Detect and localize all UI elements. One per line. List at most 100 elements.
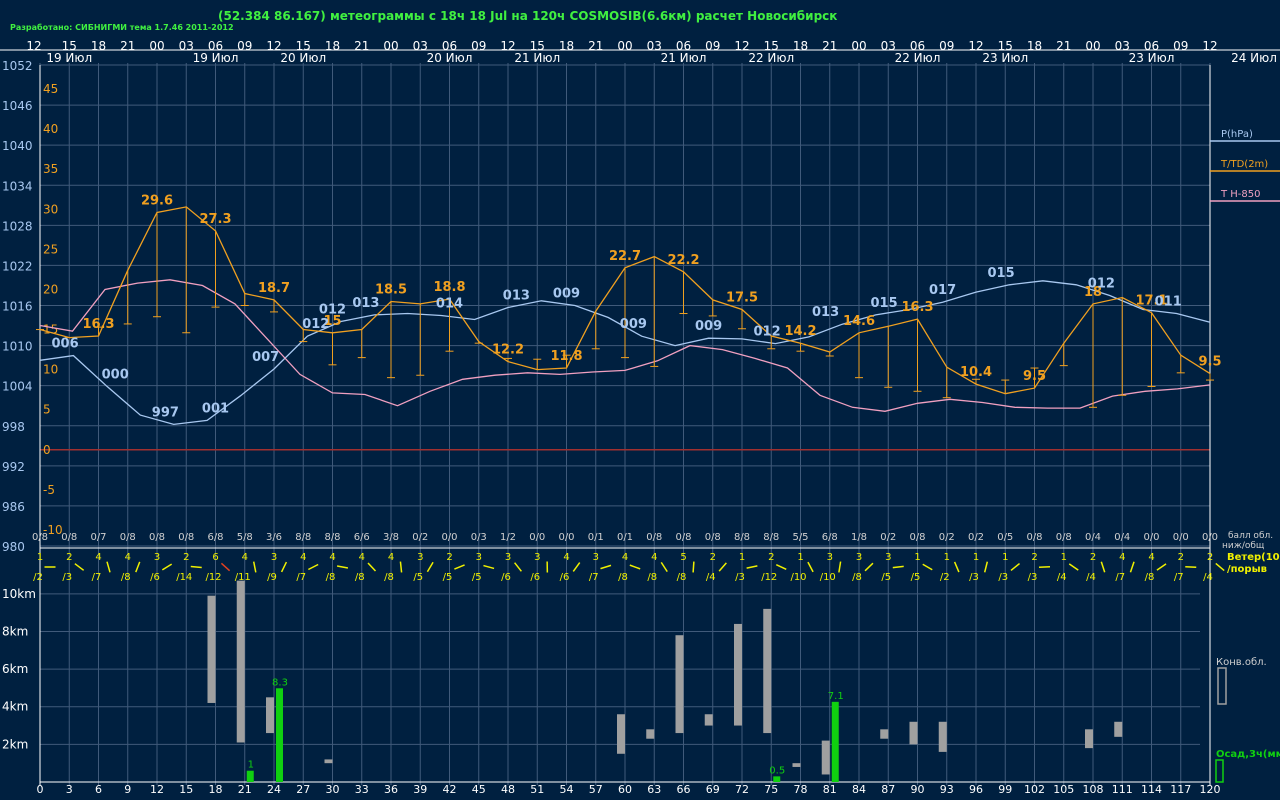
temperature-label: 12.2 — [492, 343, 524, 358]
wind-gust: /6 — [560, 572, 570, 583]
cloud-cover-value: 8/8 — [763, 532, 779, 543]
precip-label: 8.3 — [272, 677, 288, 688]
temperature-label: 17.5 — [726, 291, 758, 306]
wind-speed: 1 — [944, 552, 950, 563]
hour-axis-label: 108 — [1083, 783, 1104, 796]
wind-gust: /2 — [940, 572, 950, 583]
wind-speed: 4 — [622, 552, 628, 563]
temperature-tick-label: 20 — [43, 282, 58, 296]
day-label: 22 Июл — [895, 51, 941, 65]
temperature-label: 18.5 — [375, 282, 407, 297]
cloud-cover-value: 6/6 — [354, 532, 370, 543]
wind-gust: /5 — [443, 572, 453, 583]
hour-axis-label: 87 — [881, 783, 895, 796]
hour-axis-label: 18 — [209, 783, 223, 796]
convective-cloud-bar — [266, 697, 274, 734]
cloud-cover-value: 0/1 — [617, 532, 633, 543]
hour-axis-label: 111 — [1112, 783, 1133, 796]
hour-axis-label: 42 — [443, 783, 457, 796]
wind-gust: /3 — [969, 572, 979, 583]
wind-gust: /8 — [355, 572, 365, 583]
cloud-legend-label: балл обл. — [1228, 531, 1273, 541]
hour-tick-label: 00 — [1085, 39, 1100, 53]
hour-tick-label: 21 — [354, 39, 369, 53]
hour-axis-label: 12 — [150, 783, 164, 796]
pressure-tick-label: 1028 — [2, 219, 33, 233]
wind-speed: 4 — [300, 552, 306, 563]
wind-gust: /3 — [62, 572, 72, 583]
wind-speed: 4 — [359, 552, 365, 563]
cloud-cover-value: 0/8 — [120, 532, 136, 543]
wind-speed: 2 — [1090, 552, 1096, 563]
pressure-label: 015 — [988, 266, 1015, 281]
temperature-label: 18.8 — [433, 280, 465, 295]
wind-gust: /8 — [1145, 572, 1155, 583]
pressure-label: 009 — [553, 287, 580, 302]
temperature-label: 29.6 — [141, 194, 173, 209]
cloud-legend-label: ниж/общ — [1222, 541, 1265, 551]
cloud-cover-value: 0/8 — [1056, 532, 1072, 543]
wind-gust: /10 — [790, 572, 806, 583]
cloud-cover-value: 6/8 — [822, 532, 838, 543]
wind-speed: 1 — [37, 552, 43, 563]
wind-speed: 2 — [66, 552, 72, 563]
hour-axis-label: 24 — [267, 783, 281, 796]
cloud-cover-value: 0/2 — [968, 532, 984, 543]
wind-speed: 2 — [710, 552, 716, 563]
cloud-cover-value: 5/8 — [237, 532, 253, 543]
wind-speed: 4 — [563, 552, 569, 563]
wind-speed: 4 — [1119, 552, 1125, 563]
wind-gust: /4 — [1057, 572, 1067, 583]
hour-axis-label: 45 — [472, 783, 486, 796]
cloud-cover-value: 0/0 — [1202, 532, 1218, 543]
wind-speed: 4 — [242, 552, 248, 563]
pressure-tick-label: 1040 — [2, 139, 33, 153]
pressure-label: 006 — [52, 337, 79, 352]
cloud-cover-value: 0/4 — [1114, 532, 1130, 543]
wind-speed: 4 — [329, 552, 335, 563]
legend-label: T/TD(2m) — [1220, 159, 1268, 170]
cloud-cover-value: 0/8 — [646, 532, 662, 543]
pressure-label: 012 — [302, 317, 329, 332]
cloud-cover-value: 0/5 — [997, 532, 1013, 543]
height-tick-label: 8km — [2, 624, 28, 638]
wind-gust: /5 — [413, 572, 423, 583]
chart-title: (52.384 86.167) метеограммы с 18ч 18 Jul… — [218, 9, 837, 23]
cloud-cover-value: 8/8 — [295, 532, 311, 543]
height-tick-label: 4km — [2, 700, 28, 714]
wind-gust: /12 — [205, 572, 221, 583]
hour-axis-label: 117 — [1170, 783, 1191, 796]
cloud-cover-value: 0/8 — [178, 532, 194, 543]
wind-gust: /9 — [267, 572, 277, 583]
wind-speed: 3 — [534, 552, 540, 563]
wind-gust: /8 — [647, 572, 657, 583]
hour-tick-label: 00 — [617, 39, 632, 53]
pressure-tick-label: 1046 — [2, 99, 33, 113]
hour-axis-label: 39 — [413, 783, 427, 796]
temperature-tick-label: 40 — [43, 122, 58, 136]
precip-bar — [773, 776, 781, 782]
hour-axis-label: 21 — [238, 783, 252, 796]
day-label: 21 Июл — [514, 51, 560, 65]
temperature-tick-label: 10 — [43, 363, 58, 377]
temperature-label: 18.7 — [258, 281, 290, 296]
credit-text: Разработано: СИБНИГМИ тема 1.7.46 2011-2… — [10, 22, 234, 32]
precip-bar — [276, 688, 283, 782]
hour-tick-label: 21 — [822, 39, 837, 53]
hour-tick-label: 09 — [1173, 39, 1188, 53]
wind-speed: 2 — [1178, 552, 1184, 563]
cloud-cover-value: 0/2 — [412, 532, 428, 543]
cloud-cover-value: 0/8 — [909, 532, 925, 543]
height-tick-label: 6km — [2, 662, 28, 676]
pressure-tick-label: 1034 — [2, 179, 33, 193]
cloud-cover-value: 0/8 — [32, 532, 48, 543]
pressure-label: 017 — [929, 283, 956, 298]
wind-speed: 4 — [651, 552, 657, 563]
hour-tick-label: 00 — [383, 39, 398, 53]
temperature-label: 22.2 — [667, 253, 699, 268]
wind-gust: /8 — [121, 572, 131, 583]
pressure-label: 007 — [252, 350, 279, 365]
wind-speed: 3 — [417, 552, 423, 563]
convective-cloud-bar — [909, 721, 918, 745]
pressure-label: 013 — [352, 296, 379, 311]
